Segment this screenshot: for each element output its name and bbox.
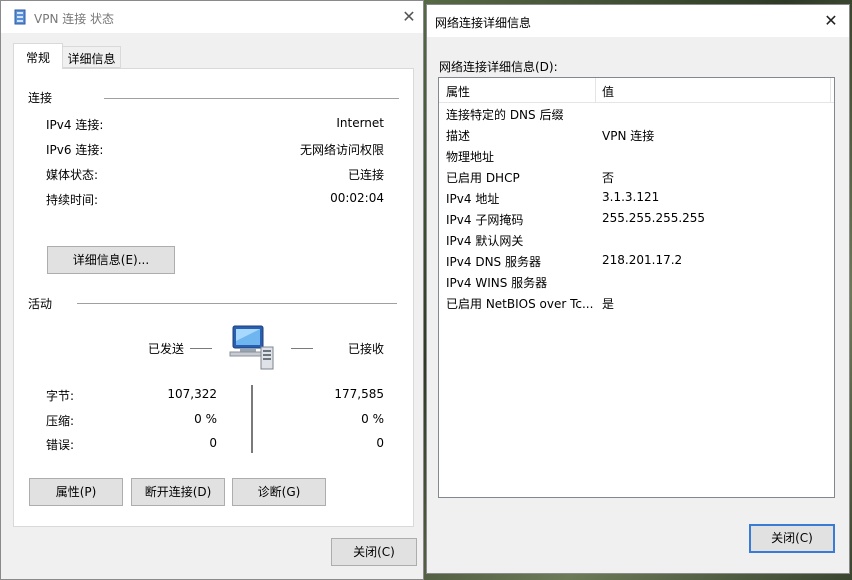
details-close-icon[interactable]: ✕ xyxy=(820,10,842,32)
ipv6-value: 无网络访问权限 xyxy=(299,143,384,157)
received-line xyxy=(291,348,313,349)
network-details-window: 网络连接详细信息 ✕ 网络连接详细信息(D): 属性 值 连接特定的 DNS 后… xyxy=(426,4,850,574)
networked-computers-icon xyxy=(227,323,277,376)
connection-heading: 连接 xyxy=(28,91,53,105)
property-cell: IPv4 默认网关 xyxy=(446,234,524,248)
properties-button-label: 属性(P) xyxy=(55,485,97,499)
list-item[interactable]: IPv4 默认网关 xyxy=(439,229,834,250)
details-close-button[interactable]: 关闭(C) xyxy=(749,524,835,553)
property-cell: 已启用 DHCP xyxy=(446,171,520,185)
property-cell: 描述 xyxy=(446,129,471,143)
diagnose-button[interactable]: 诊断(G) xyxy=(232,478,326,506)
disconnect-button-label: 断开连接(D) xyxy=(144,485,212,499)
value-cell: 否 xyxy=(602,171,615,185)
list-item[interactable]: IPv4 WINS 服务器 xyxy=(439,271,834,292)
tab-details-label: 详细信息 xyxy=(67,52,116,66)
sent-line xyxy=(190,348,212,349)
details-button-label: 详细信息(E)... xyxy=(72,253,150,267)
activity-heading: 活动 xyxy=(28,297,53,311)
sent-label: 已发送 xyxy=(147,342,184,356)
vpn-status-window: VPN 连接 状态 ✕ 常规 详细信息 连接 IPv4 连接: Internet… xyxy=(0,0,424,580)
tab-details[interactable]: 详细信息 xyxy=(62,46,121,68)
property-cell: IPv4 DNS 服务器 xyxy=(446,255,541,269)
property-cell: IPv4 子网掩码 xyxy=(446,213,524,227)
list-item[interactable]: 已启用 DHCP 否 xyxy=(439,166,834,187)
bytes-sent: 107,322 xyxy=(167,387,217,401)
ipv4-value: Internet xyxy=(336,116,384,130)
tab-general-label: 常规 xyxy=(25,51,50,65)
property-cell: 已启用 NetBIOS over Tc... xyxy=(446,297,594,311)
disconnect-button[interactable]: 断开连接(D) xyxy=(131,478,225,506)
close-icon[interactable]: ✕ xyxy=(398,6,420,28)
list-item[interactable]: IPv4 子网掩码 255.255.255.255 xyxy=(439,208,834,229)
window-title: VPN 连接 状态 xyxy=(34,12,115,26)
details-window-title: 网络连接详细信息 xyxy=(435,16,532,30)
details-list-label: 网络连接详细信息(D): xyxy=(439,60,558,74)
received-label: 已接收 xyxy=(347,342,384,356)
property-cell: IPv4 WINS 服务器 xyxy=(446,276,548,290)
value-column-header[interactable]: 值 xyxy=(602,83,614,100)
property-column-header[interactable]: 属性 xyxy=(446,83,470,100)
value-cell: 是 xyxy=(602,297,615,311)
list-item[interactable]: 连接特定的 DNS 后缀 xyxy=(439,103,834,124)
list-item[interactable]: 描述 VPN 连接 xyxy=(439,124,834,145)
ipv6-label: IPv6 连接: xyxy=(46,143,104,157)
general-tab-panel: 连接 IPv4 连接: Internet IPv6 连接: 无网络访问权限 媒体… xyxy=(13,68,414,527)
list-item[interactable]: 已启用 NetBIOS over Tc... 是 xyxy=(439,292,834,313)
compression-received: 0 % xyxy=(361,412,384,426)
status-close-button-label: 关闭(C) xyxy=(353,545,395,559)
compression-sent: 0 % xyxy=(194,412,217,426)
property-cell: IPv4 地址 xyxy=(446,192,500,206)
properties-button[interactable]: 属性(P) xyxy=(29,478,123,506)
diagnose-button-label: 诊断(G) xyxy=(257,485,301,499)
bytes-label: 字节: xyxy=(46,389,75,403)
tab-general[interactable]: 常规 xyxy=(13,43,63,69)
details-list-header: 属性 值 xyxy=(439,78,834,103)
value-cell: 255.255.255.255 xyxy=(602,211,706,225)
bytes-received: 177,585 xyxy=(334,387,384,401)
title-bar[interactable]: VPN 连接 状态 ✕ xyxy=(1,1,423,33)
ipv4-label: IPv4 连接: xyxy=(46,118,104,132)
media-status-label: 媒体状态: xyxy=(46,168,99,182)
details-button[interactable]: 详细信息(E)... xyxy=(47,246,175,274)
value-cell: 3.1.3.121 xyxy=(602,190,660,204)
list-item[interactable]: IPv4 地址 3.1.3.121 xyxy=(439,187,834,208)
column-separator-end xyxy=(830,78,831,102)
connection-divider xyxy=(104,98,399,99)
media-status-value: 已连接 xyxy=(347,168,384,182)
errors-received: 0 xyxy=(376,436,384,450)
details-title-bar[interactable]: 网络连接详细信息 ✕ xyxy=(427,5,849,37)
property-cell: 连接特定的 DNS 后缀 xyxy=(446,108,564,122)
value-cell: VPN 连接 xyxy=(602,129,655,143)
details-list[interactable]: 属性 值 连接特定的 DNS 后缀 描述 VPN 连接 物理地址 已启用 DHC… xyxy=(438,77,835,498)
status-close-button[interactable]: 关闭(C) xyxy=(331,538,417,566)
errors-sent: 0 xyxy=(209,436,217,450)
errors-label: 错误: xyxy=(46,438,75,452)
list-item[interactable]: IPv4 DNS 服务器 218.201.17.2 xyxy=(439,250,834,271)
duration-value: 00:02:04 xyxy=(330,191,384,205)
property-cell: 物理地址 xyxy=(446,150,495,164)
activity-column-divider xyxy=(251,385,253,453)
value-cell: 218.201.17.2 xyxy=(602,253,683,267)
compression-label: 压缩: xyxy=(46,414,75,428)
network-adapter-icon xyxy=(14,9,26,28)
list-item[interactable]: 物理地址 xyxy=(439,145,834,166)
column-separator[interactable] xyxy=(595,78,596,102)
activity-divider xyxy=(77,303,397,304)
details-close-button-label: 关闭(C) xyxy=(771,531,813,545)
duration-label: 持续时间: xyxy=(46,193,99,207)
